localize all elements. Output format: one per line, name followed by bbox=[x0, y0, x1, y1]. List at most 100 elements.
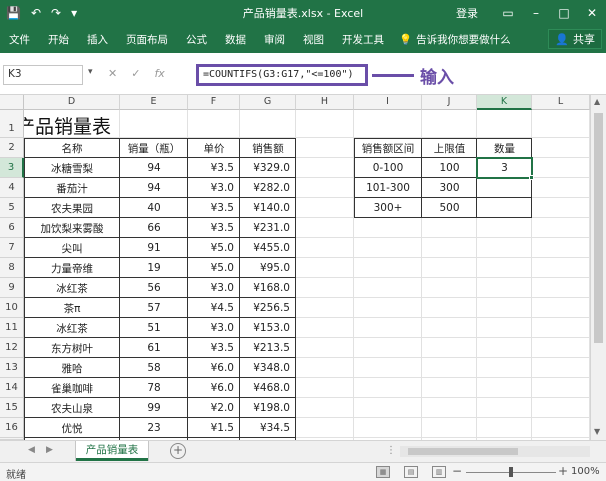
scroll-up-icon[interactable]: ▲ bbox=[594, 97, 600, 106]
undo-icon[interactable]: ↶ bbox=[31, 6, 41, 20]
column-header-d[interactable]: D bbox=[24, 95, 120, 110]
product-table-border bbox=[24, 138, 296, 440]
enter-icon[interactable]: ✓ bbox=[131, 67, 140, 80]
close-icon[interactable]: ✕ bbox=[578, 6, 606, 20]
zoom-level[interactable]: 100% bbox=[571, 466, 600, 477]
tab-home[interactable]: 开始 bbox=[39, 32, 78, 47]
zoom-slider-knob[interactable] bbox=[509, 467, 513, 477]
name-box-dropdown-icon[interactable]: ▾ bbox=[88, 67, 93, 77]
select-all-corner[interactable] bbox=[0, 95, 24, 110]
row-header-6[interactable]: 6 bbox=[0, 218, 24, 238]
vertical-scrollbar[interactable]: ▲ ▼ bbox=[590, 95, 606, 440]
page-layout-view-icon[interactable]: ▤ bbox=[404, 466, 418, 478]
table-divider bbox=[24, 277, 296, 278]
table-divider bbox=[187, 138, 188, 440]
sheet-tab-active[interactable]: 产品销量表 bbox=[76, 441, 148, 461]
vertical-scroll-thumb[interactable] bbox=[594, 113, 603, 343]
table-divider bbox=[24, 357, 296, 358]
scroll-down-icon[interactable]: ▼ bbox=[594, 427, 600, 436]
save-icon[interactable]: 💾 bbox=[6, 6, 21, 20]
status-ready: 就绪 bbox=[6, 470, 26, 481]
tab-developer[interactable]: 开发工具 bbox=[333, 32, 393, 47]
minimize-icon[interactable]: – bbox=[522, 6, 550, 20]
normal-view-icon[interactable]: ▦ bbox=[376, 466, 390, 478]
table-divider bbox=[24, 177, 296, 178]
table-divider bbox=[24, 197, 296, 198]
row-header-7[interactable]: 7 bbox=[0, 238, 24, 258]
active-cell-k3[interactable] bbox=[476, 157, 533, 179]
prev-sheet-icon[interactable]: ◀ bbox=[28, 445, 35, 455]
table-divider bbox=[119, 138, 120, 440]
ribbon-tabs: 文件 开始 插入 页面布局 公式 数据 审阅 视图 开发工具 💡 告诉我你想要做… bbox=[0, 25, 606, 53]
tab-insert[interactable]: 插入 bbox=[78, 32, 117, 47]
login-link[interactable]: 登录 bbox=[456, 5, 478, 21]
zoom-out-icon[interactable]: − bbox=[452, 464, 462, 478]
row-header-13[interactable]: 13 bbox=[0, 358, 24, 378]
status-bar: 就绪 ▦ ▤ ▥ − + 100% bbox=[0, 462, 606, 481]
formula-bar: K3 ▾ ✕ ✓ fx =COUNTIFS(G3:G17,"<=100") 输入 bbox=[0, 53, 606, 95]
maximize-icon[interactable]: □ bbox=[550, 6, 578, 20]
column-header-e[interactable]: E bbox=[120, 95, 188, 110]
column-header-k[interactable]: K bbox=[477, 95, 532, 110]
row-header-1[interactable]: 1 bbox=[0, 110, 24, 138]
row-header-14[interactable]: 14 bbox=[0, 378, 24, 398]
row-header-10[interactable]: 10 bbox=[0, 298, 24, 318]
share-button[interactable]: 👤 共享 bbox=[548, 29, 602, 49]
table-divider bbox=[24, 397, 296, 398]
row-header-5[interactable]: 5 bbox=[0, 198, 24, 218]
tell-me-box[interactable]: 💡 告诉我你想要做什么 bbox=[399, 32, 511, 47]
tell-me-label: 告诉我你想要做什么 bbox=[416, 33, 511, 46]
add-sheet-icon[interactable]: + bbox=[170, 443, 186, 459]
customize-qat-icon[interactable]: ▾ bbox=[71, 6, 77, 20]
table-divider bbox=[24, 297, 296, 298]
name-box[interactable]: K3 bbox=[3, 65, 83, 85]
ribbon-options-icon[interactable]: ▭ bbox=[494, 6, 522, 20]
row-header-9[interactable]: 9 bbox=[0, 278, 24, 298]
annotation-arrow bbox=[372, 74, 414, 77]
table-divider bbox=[24, 217, 296, 218]
row-header-11[interactable]: 11 bbox=[0, 318, 24, 338]
row-header-16[interactable]: 16 bbox=[0, 418, 24, 438]
table-divider bbox=[24, 417, 296, 418]
sheet-title: 产品销量表 bbox=[24, 116, 112, 138]
tab-split-icon[interactable]: ⋮ bbox=[386, 445, 396, 456]
column-header-g[interactable]: G bbox=[240, 95, 296, 110]
column-header-l[interactable]: L bbox=[532, 95, 590, 110]
table-divider bbox=[24, 157, 296, 158]
worksheet-grid[interactable]: 产品销量表 名称 销量（瓶） 单价 销售额 冰糖雪梨 94 ¥3.5 ¥329.0 番茄汁 94 ¥… bbox=[24, 110, 590, 440]
row-header-8[interactable]: 8 bbox=[0, 258, 24, 278]
column-header-f[interactable]: F bbox=[188, 95, 240, 110]
tab-page-layout[interactable]: 页面布局 bbox=[117, 32, 177, 47]
horizontal-scroll-thumb[interactable] bbox=[408, 448, 518, 455]
tab-file[interactable]: 文件 bbox=[0, 32, 39, 47]
row-header-3[interactable]: 3 bbox=[0, 158, 24, 178]
column-header-i[interactable]: I bbox=[354, 95, 422, 110]
column-header-j[interactable]: J bbox=[422, 95, 477, 110]
row-header-2[interactable]: 2 bbox=[0, 138, 24, 158]
tab-data[interactable]: 数据 bbox=[216, 32, 255, 47]
insert-function-icon[interactable]: fx bbox=[154, 67, 164, 80]
redo-icon[interactable]: ↷ bbox=[51, 6, 61, 20]
table-divider bbox=[354, 197, 532, 198]
zoom-in-icon[interactable]: + bbox=[558, 464, 568, 478]
row-header-4[interactable]: 4 bbox=[0, 178, 24, 198]
row-header-12[interactable]: 12 bbox=[0, 338, 24, 358]
cancel-icon[interactable]: ✕ bbox=[108, 67, 117, 80]
column-header-h[interactable]: H bbox=[296, 95, 354, 110]
horizontal-scrollbar[interactable] bbox=[400, 446, 590, 457]
annotation-label: 输入 bbox=[420, 68, 454, 88]
tab-review[interactable]: 审阅 bbox=[255, 32, 294, 47]
next-sheet-icon[interactable]: ▶ bbox=[46, 445, 53, 455]
person-icon: 👤 bbox=[555, 32, 569, 46]
row-header-15[interactable]: 15 bbox=[0, 398, 24, 418]
table-divider bbox=[24, 257, 296, 258]
table-divider bbox=[24, 337, 296, 338]
tab-formulas[interactable]: 公式 bbox=[177, 32, 216, 47]
page-break-view-icon[interactable]: ▥ bbox=[432, 466, 446, 478]
fill-handle[interactable] bbox=[529, 175, 534, 180]
formula-input[interactable]: =COUNTIFS(G3:G17,"<=100") bbox=[196, 64, 368, 86]
lightbulb-icon: 💡 bbox=[399, 33, 413, 46]
tab-view[interactable]: 视图 bbox=[294, 32, 333, 47]
quick-access-toolbar: 💾 ↶ ↷ ▾ bbox=[0, 6, 77, 20]
table-divider bbox=[24, 317, 296, 318]
